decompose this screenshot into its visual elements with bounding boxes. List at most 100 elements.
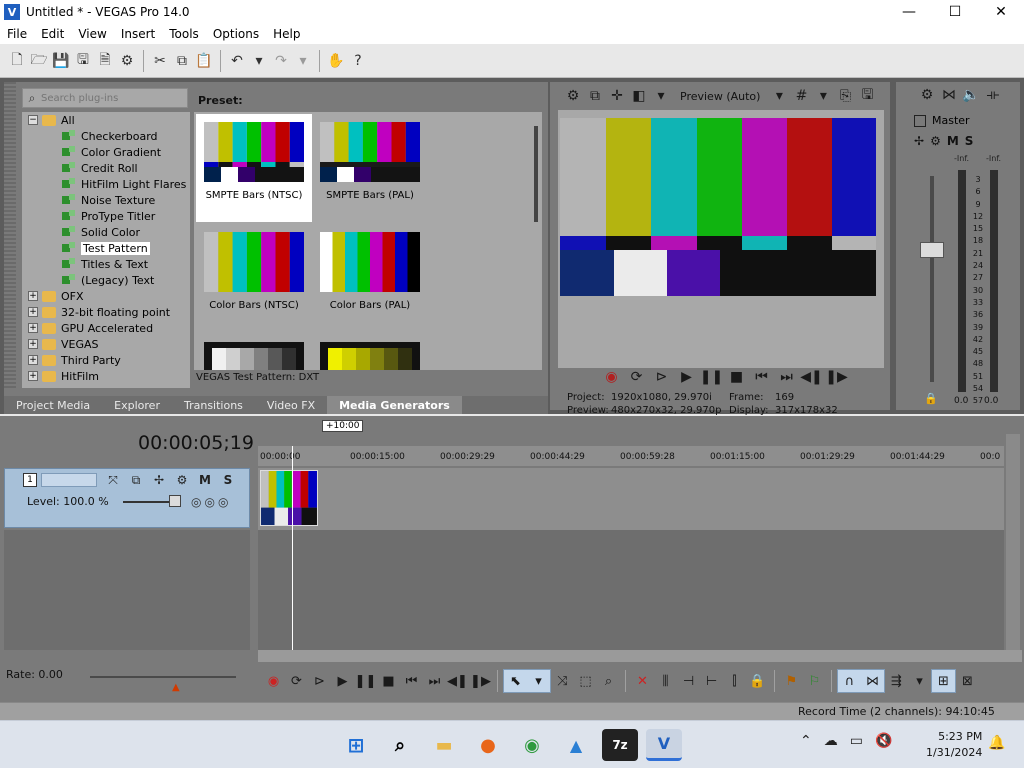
- save-snapshot-icon[interactable]: 🖫: [856, 85, 878, 107]
- expand-icon[interactable]: +: [28, 307, 38, 317]
- trim-end-icon[interactable]: ⊢: [700, 670, 723, 692]
- loop-playback-icon[interactable]: ⟳: [625, 366, 648, 388]
- open-folder-icon[interactable]: 🗁: [28, 50, 50, 72]
- tree-item[interactable]: + GPU Accelerated: [22, 320, 190, 336]
- copy-icon[interactable]: ⧉: [171, 50, 193, 72]
- timeline-go-to-start-icon[interactable]: ⏮: [400, 670, 423, 692]
- edit-tool-dropdown-icon[interactable]: ▾: [527, 670, 550, 692]
- tree-item[interactable]: + Third Party: [22, 352, 190, 368]
- tab-transitions[interactable]: Transitions: [172, 396, 255, 414]
- timeline-record-icon[interactable]: ◉: [262, 670, 285, 692]
- photos-icon[interactable]: ▲: [558, 729, 594, 761]
- preview-properties-gear-icon[interactable]: ⚙: [562, 85, 584, 107]
- snapping-magnet-icon[interactable]: ∩: [838, 670, 861, 692]
- delete-icon[interactable]: ✕: [631, 670, 654, 692]
- preview-quality-dropdown[interactable]: Preview (Auto): [680, 90, 760, 103]
- auto-ripple-icon[interactable]: ⇶: [885, 670, 908, 692]
- network-icon[interactable]: ▭: [850, 733, 863, 749]
- selection-tool-icon[interactable]: ⬚: [574, 670, 597, 692]
- menu-help[interactable]: Help: [266, 27, 307, 41]
- composite-parent-icon[interactable]: ◎: [204, 495, 214, 509]
- timeline-pause-icon[interactable]: ❚❚: [354, 670, 377, 692]
- menu-tools[interactable]: Tools: [162, 27, 206, 41]
- master-settings-icon[interactable]: ⚙: [930, 134, 941, 148]
- maximize-button[interactable]: ☐: [932, 0, 978, 24]
- play-from-start-icon[interactable]: ⊳: [650, 366, 673, 388]
- ignore-event-grouping-icon[interactable]: ✋: [325, 50, 347, 72]
- expand-icon[interactable]: +: [28, 339, 38, 349]
- stop-icon[interactable]: ■: [725, 366, 748, 388]
- tree-item[interactable]: Titles & Text: [22, 256, 190, 272]
- tree-item[interactable]: Noise Texture: [22, 192, 190, 208]
- notifications-bell-icon[interactable]: 🔔: [988, 735, 1005, 751]
- timeline-play-icon[interactable]: ▶: [331, 670, 354, 692]
- preset-smpte-pal[interactable]: SMPTE Bars (PAL): [312, 114, 428, 222]
- fx-dropdown-icon[interactable]: ▾: [650, 85, 672, 107]
- master-gear-icon[interactable]: ⚙: [916, 84, 938, 106]
- record-icon[interactable]: ◉: [600, 366, 623, 388]
- tree-item[interactable]: +32-bit floating point: [22, 304, 190, 320]
- tree-item[interactable]: + HitFilm: [22, 368, 190, 384]
- preset-scrollbar[interactable]: [534, 126, 538, 222]
- master-mute-button[interactable]: M: [947, 134, 959, 148]
- undo-icon[interactable]: ↶: [226, 50, 248, 72]
- expand-icon[interactable]: +: [28, 371, 38, 381]
- search-taskbar-icon[interactable]: ⌕: [382, 729, 418, 761]
- split-screen-icon[interactable]: ✛: [606, 85, 628, 107]
- playhead-cursor[interactable]: [292, 446, 293, 652]
- taskbar-clock[interactable]: 5:23 PM 1/31/2024: [926, 729, 982, 761]
- menu-file[interactable]: File: [0, 27, 34, 41]
- master-fader-knob[interactable]: [920, 242, 944, 258]
- trim-start-icon[interactable]: ⊣: [677, 670, 700, 692]
- quality-dropdown-icon[interactable]: ▾: [768, 85, 790, 107]
- menu-options[interactable]: Options: [206, 27, 266, 41]
- timeline-horizontal-scrollbar[interactable]: [258, 650, 1022, 662]
- go-to-end-icon[interactable]: ⏭: [775, 366, 798, 388]
- video-track-header[interactable]: 1 ⤧ ⧉ ✢ ⚙ M S Level: 100.0 % ◎ ◎ ◎: [4, 468, 250, 528]
- undo-dropdown-icon[interactable]: ▾: [248, 50, 270, 72]
- track-level-slider-knob[interactable]: [169, 495, 181, 507]
- auto-crossfade-icon[interactable]: ⋈: [861, 670, 884, 692]
- paste-icon[interactable]: 📋: [193, 50, 215, 72]
- split-icon[interactable]: ⫿: [723, 670, 746, 692]
- dim-output-icon[interactable]: 🔈: [960, 84, 982, 106]
- timeline-stop-icon[interactable]: ■: [377, 670, 400, 692]
- tab-explorer[interactable]: Explorer: [102, 396, 172, 414]
- envelope-tool-icon[interactable]: ⤨: [551, 670, 574, 692]
- rate-marker-icon[interactable]: ▲: [172, 682, 180, 693]
- track-solo-button[interactable]: S: [218, 471, 238, 489]
- volume-muted-icon[interactable]: 🔇: [875, 733, 892, 749]
- master-select-box[interactable]: [914, 114, 926, 127]
- menu-insert[interactable]: Insert: [114, 27, 162, 41]
- collapse-icon[interactable]: −: [28, 115, 38, 125]
- preset-grayscale[interactable]: [196, 334, 312, 370]
- tree-item[interactable]: Test Pattern: [22, 240, 190, 256]
- expand-icon[interactable]: +: [28, 355, 38, 365]
- test-pattern-clip[interactable]: [260, 470, 318, 526]
- tree-item[interactable]: + OFX: [22, 288, 190, 304]
- render-as-icon[interactable]: 🗎: [94, 50, 116, 72]
- lock-icon[interactable]: 🔒: [924, 392, 938, 405]
- rate-slider[interactable]: [90, 676, 236, 678]
- copy-snapshot-icon[interactable]: ⎘: [834, 85, 856, 107]
- external-monitor-icon[interactable]: ⧉: [584, 85, 606, 107]
- lock-envelopes-icon[interactable]: ⊞: [932, 670, 955, 692]
- tree-item[interactable]: (Legacy) Text: [22, 272, 190, 288]
- cut-icon[interactable]: ✂: [149, 50, 171, 72]
- play-icon[interactable]: ▶: [675, 366, 698, 388]
- timeline-previous-frame-icon[interactable]: ◀❚: [446, 670, 469, 692]
- tree-item[interactable]: − All: [22, 112, 190, 128]
- timeline-next-frame-icon[interactable]: ❚▶: [469, 670, 492, 692]
- composite-mode-icon[interactable]: ◎: [218, 495, 228, 509]
- tab-project-media[interactable]: Project Media: [4, 396, 102, 414]
- timeline-go-to-end-icon[interactable]: ⏭: [423, 670, 446, 692]
- timeline-play-from-start-icon[interactable]: ⊳: [308, 670, 331, 692]
- overlays-grid-icon[interactable]: #: [790, 85, 812, 107]
- master-solo-button[interactable]: S: [965, 134, 974, 148]
- file-explorer-icon[interactable]: ▬: [426, 729, 462, 761]
- pause-icon[interactable]: ❚❚: [700, 366, 723, 388]
- tree-item[interactable]: Checkerboard: [22, 128, 190, 144]
- zoom-tool-icon[interactable]: ⌕: [597, 670, 620, 692]
- tab-video-fx[interactable]: Video FX: [255, 396, 327, 414]
- redo-icon[interactable]: ↷: [270, 50, 292, 72]
